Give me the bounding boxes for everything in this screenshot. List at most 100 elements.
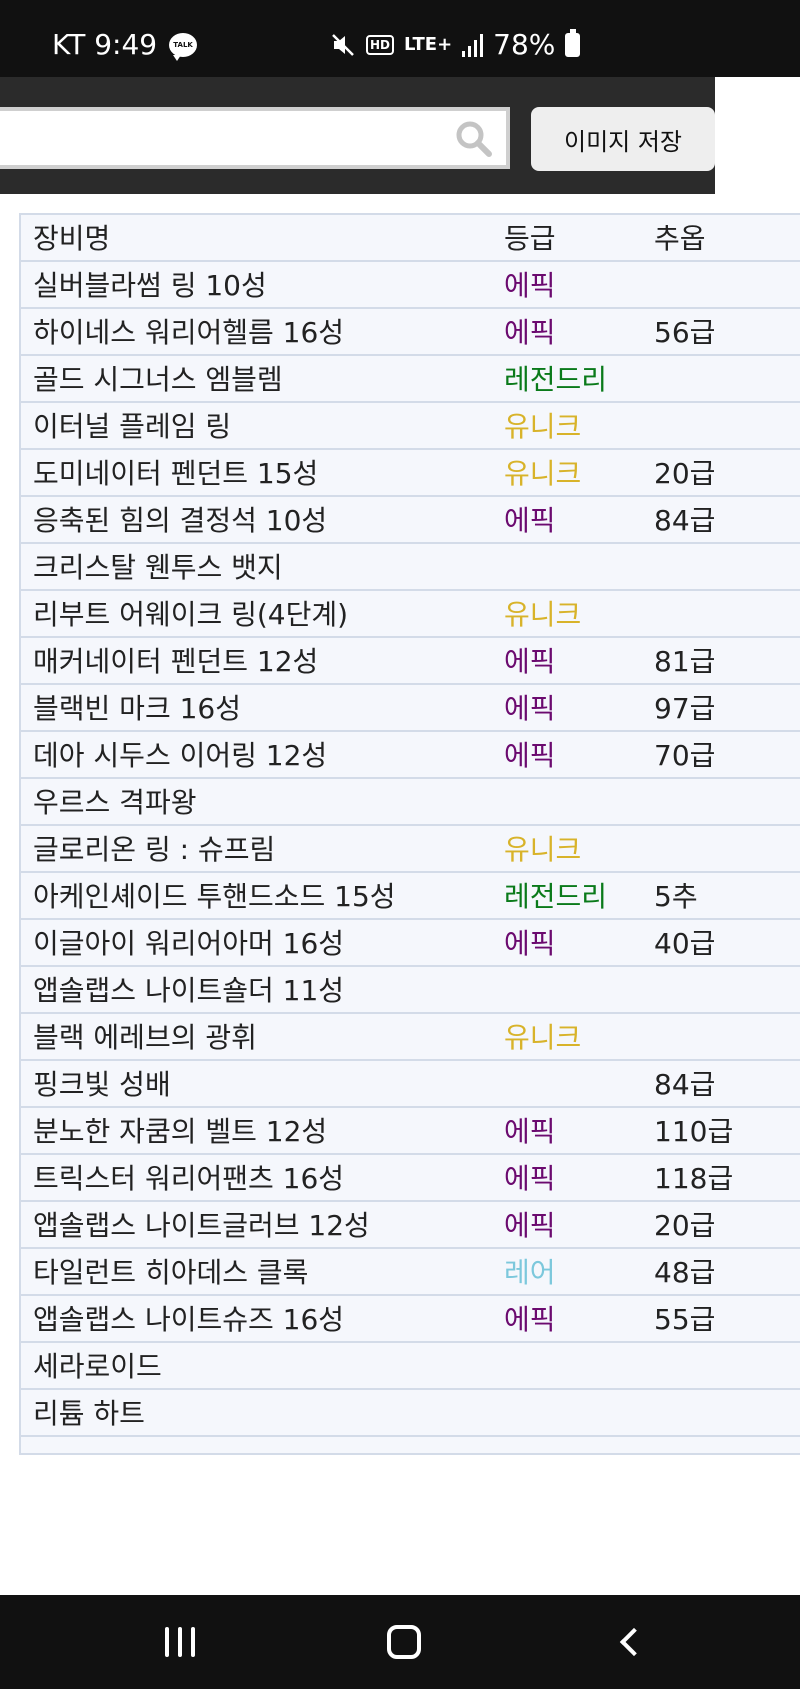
equipment-grade: 에픽 <box>504 316 556 349</box>
search-icon[interactable] <box>454 119 494 159</box>
equipment-table: 장비명 등급 추옵 실버블라썸 링 10성 에픽 하이네스 워리어헬름 16성 에픽 5… <box>19 213 800 1455</box>
equipment-name: 아케인셰이드 투핸드소드 15성 <box>33 880 396 913</box>
table-row: 이터널 플레임 링 유니크 <box>21 403 800 450</box>
equipment-option: 5추 <box>654 880 698 913</box>
table-row: 실버블라썸 링 10성 에픽 <box>21 262 800 309</box>
equipment-name: 타일런트 히아데스 클록 <box>33 1256 309 1289</box>
equipment-option: 84급 <box>654 1068 716 1101</box>
equipment-name: 이글아이 워리어아머 16성 <box>33 927 345 960</box>
table-row: 타일런트 히아데스 클록 레어 48급 <box>21 1249 800 1296</box>
equipment-grade: 에픽 <box>504 1162 556 1195</box>
save-image-button[interactable]: 이미지 저장 <box>531 107 715 171</box>
table-row: 우르스 격파왕 <box>21 779 800 826</box>
equipment-name: 하이네스 워리어헬름 16성 <box>33 316 345 349</box>
equipment-grade: 레전드리 <box>504 880 608 913</box>
table-row: 하이네스 워리어헬름 16성 에픽 56급 <box>21 309 800 356</box>
table-row: 아케인셰이드 투핸드소드 15성 레전드리 5추 <box>21 873 800 920</box>
equipment-grade: 유니크 <box>504 598 582 631</box>
search-input[interactable] <box>4 111 444 165</box>
equipment-option: 97급 <box>654 692 716 725</box>
equipment-grade: 에픽 <box>504 739 556 772</box>
equipment-name: 실버블라썸 링 10성 <box>33 269 267 302</box>
battery-percent: 78% <box>493 28 556 61</box>
equipment-grade: 에픽 <box>504 269 556 302</box>
equipment-option: 70급 <box>654 739 716 772</box>
equipment-name: 트릭스터 워리어팬츠 16성 <box>33 1162 345 1195</box>
toolbar: 이미지 저장 <box>0 77 715 194</box>
status-right: HD LTE+ 78% <box>330 28 581 61</box>
equipment-name: 리튬 하트 <box>33 1397 145 1430</box>
equipment-name: 골드 시그너스 엠블렘 <box>33 363 283 396</box>
equipment-grade: 레어 <box>504 1256 556 1289</box>
equipment-name: 앱솔랩스 나이트숄더 11성 <box>33 974 345 1007</box>
table-row: 크리스탈 웬투스 뱃지 <box>21 544 800 591</box>
header-grade: 등급 <box>504 222 556 255</box>
status-left: KT 9:49 TALK <box>52 28 198 61</box>
equipment-option: 118급 <box>654 1162 734 1195</box>
equipment-grade: 에픽 <box>504 1115 556 1148</box>
table-row: 핑크빛 성배 84급 <box>21 1061 800 1108</box>
table-row: 이글아이 워리어아머 16성 에픽 40급 <box>21 920 800 967</box>
table-row: 리부트 어웨이크 링(4단계) 유니크 <box>21 591 800 638</box>
equipment-name: 블랙 에레브의 광휘 <box>33 1021 257 1054</box>
battery-icon <box>565 28 581 57</box>
header-option: 추옵 <box>654 222 706 255</box>
equipment-grade: 에픽 <box>504 1303 556 1336</box>
carrier-time: KT 9:49 <box>52 28 158 61</box>
table-row: 리튬 하트 <box>21 1390 800 1437</box>
table-row: 글로리온 링 : 슈프림 유니크 <box>21 826 800 873</box>
navigation-bar <box>0 1595 800 1689</box>
status-bar: KT 9:49 TALK HD LTE+ 78% <box>0 0 800 77</box>
back-icon <box>619 1627 649 1657</box>
equipment-name: 앱솔랩스 나이트슈즈 16성 <box>33 1303 345 1336</box>
table-row: 트릭스터 워리어팬츠 16성 에픽 118급 <box>21 1155 800 1202</box>
equipment-name: 앱솔랩스 나이트글러브 12성 <box>33 1209 370 1242</box>
equipment-grade: 에픽 <box>504 927 556 960</box>
equipment-grade: 레전드리 <box>504 363 608 396</box>
home-icon <box>387 1625 421 1659</box>
table-row: 세라로이드 <box>21 1343 800 1390</box>
recent-apps-icon <box>165 1627 195 1657</box>
table-row: 골드 시그너스 엠블렘 레전드리 <box>21 356 800 403</box>
table-row: 데아 시두스 이어링 12성 에픽 70급 <box>21 732 800 779</box>
equipment-grade: 유니크 <box>504 833 582 866</box>
equipment-name: 도미네이터 펜던트 15성 <box>33 457 319 490</box>
equipment-name: 응축된 힘의 결정석 10성 <box>33 504 328 537</box>
equipment-name: 블랙빈 마크 16성 <box>33 692 241 725</box>
table-row: 블랙빈 마크 16성 에픽 97급 <box>21 685 800 732</box>
table-row: 앱솔랩스 나이트슈즈 16성 에픽 55급 <box>21 1296 800 1343</box>
equipment-name: 핑크빛 성배 <box>33 1068 171 1101</box>
equipment-option: 20급 <box>654 1209 716 1242</box>
equipment-option: 48급 <box>654 1256 716 1289</box>
table-row: 도미네이터 펜던트 15성 유니크 20급 <box>21 450 800 497</box>
equipment-grade: 에픽 <box>504 504 556 537</box>
home-button[interactable] <box>374 1617 434 1667</box>
equipment-name: 크리스탈 웬투스 뱃지 <box>33 551 283 584</box>
mute-icon <box>330 32 356 58</box>
search-box[interactable] <box>0 107 510 169</box>
equipment-option: 84급 <box>654 504 716 537</box>
equipment-grade: 에픽 <box>504 645 556 678</box>
signal-icon <box>462 33 484 57</box>
recent-apps-button[interactable] <box>150 1617 210 1667</box>
equipment-grade: 에픽 <box>504 1209 556 1242</box>
equipment-grade: 유니크 <box>504 1021 582 1054</box>
table-row: 매커네이터 펜던트 12성 에픽 81급 <box>21 638 800 685</box>
equipment-grade: 유니크 <box>504 410 582 443</box>
equipment-option: 55급 <box>654 1303 716 1336</box>
equipment-grade: 유니크 <box>504 457 582 490</box>
lte-icon: LTE+ <box>404 34 453 55</box>
back-button[interactable] <box>600 1617 660 1667</box>
header-name: 장비명 <box>33 222 111 255</box>
equipment-name: 우르스 격파왕 <box>33 786 197 819</box>
table-row: 응축된 힘의 결정석 10성 에픽 84급 <box>21 497 800 544</box>
table-row: 블랙 에레브의 광휘 유니크 <box>21 1014 800 1061</box>
equipment-option: 110급 <box>654 1115 734 1148</box>
equipment-option: 40급 <box>654 927 716 960</box>
equipment-grade: 에픽 <box>504 692 556 725</box>
equipment-name: 분노한 자쿰의 벨트 12성 <box>33 1115 328 1148</box>
equipment-option: 81급 <box>654 645 716 678</box>
table-row: 분노한 자쿰의 벨트 12성 에픽 110급 <box>21 1108 800 1155</box>
equipment-name: 데아 시두스 이어링 12성 <box>33 739 328 772</box>
equipment-name: 매커네이터 펜던트 12성 <box>33 645 319 678</box>
